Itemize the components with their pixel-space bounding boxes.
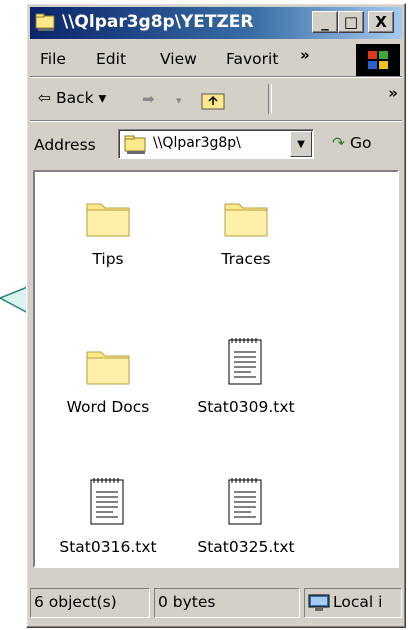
- forward-arrow-icon[interactable]: ➡: [142, 90, 155, 108]
- status-zone: Local i: [304, 588, 402, 618]
- folder-icon: [86, 203, 130, 237]
- address-bar: Address \\Qlpar3g8p\ ▼ ↷ Go: [30, 124, 402, 166]
- menu-view[interactable]: View: [160, 50, 197, 68]
- go-arrow-icon: ↷: [332, 134, 345, 152]
- address-label: Address: [34, 136, 96, 154]
- toolbar-separator: [268, 84, 272, 114]
- item-name: Tips: [92, 250, 124, 268]
- windows-logo-icon: [356, 44, 400, 76]
- toolbar: ⇦ Back ▾ ➡ ▾ »: [30, 80, 402, 121]
- menu-edit[interactable]: Edit: [96, 50, 126, 68]
- close-button[interactable]: X: [368, 11, 394, 33]
- minimize-button[interactable]: _: [312, 11, 338, 33]
- file-item[interactable]: Stat0325.txt: [181, 476, 311, 556]
- status-size: 0 bytes: [154, 588, 300, 618]
- back-dropdown-icon[interactable]: ▾: [99, 89, 107, 107]
- folder-item[interactable]: Traces: [181, 198, 311, 268]
- title-bar[interactable]: \\Qlpar3g8p\YETZER _ □ X: [30, 7, 402, 39]
- folder-icon: [86, 351, 130, 385]
- back-label: Back: [55, 89, 94, 107]
- menu-bar: File Edit View Favorit »: [30, 42, 402, 77]
- file-view[interactable]: Tips Traces Word Docs Stat0309.txt Stat0…: [33, 170, 399, 568]
- status-object-count: 6 object(s): [30, 588, 150, 618]
- explorer-window: \\Qlpar3g8p\YETZER _ □ X File Edit View …: [26, 3, 406, 628]
- text-file-icon: [228, 338, 262, 385]
- text-file-icon: [228, 478, 262, 525]
- back-arrow-icon: ⇦: [38, 89, 51, 107]
- maximize-button[interactable]: □: [338, 11, 364, 33]
- network-folder-icon: [35, 13, 55, 31]
- menu-overflow-chevron[interactable]: »: [300, 46, 310, 64]
- item-name: Traces: [221, 250, 271, 268]
- forward-dropdown-icon[interactable]: ▾: [176, 94, 182, 107]
- item-name: Stat0325.txt: [197, 538, 295, 556]
- network-folder-icon: [124, 135, 146, 154]
- text-file-icon: [90, 478, 124, 525]
- item-name: Word Docs: [66, 398, 150, 416]
- address-dropdown-icon[interactable]: ▼: [290, 131, 312, 157]
- folder-item[interactable]: Tips: [43, 198, 173, 268]
- go-label: Go: [349, 134, 372, 152]
- status-bar: 6 object(s) 0 bytes Local i: [30, 574, 402, 622]
- folder-icon: [224, 203, 268, 237]
- folder-item[interactable]: Word Docs: [43, 346, 173, 416]
- address-value: \\Qlpar3g8p\: [153, 135, 241, 151]
- go-button[interactable]: ↷ Go: [332, 134, 371, 152]
- address-input[interactable]: \\Qlpar3g8p\ ▼: [118, 129, 314, 159]
- toolbar-overflow-chevron[interactable]: »: [388, 84, 398, 102]
- window-title: \\Qlpar3g8p\YETZER: [62, 12, 254, 32]
- menu-favorites[interactable]: Favorit: [226, 50, 278, 68]
- item-name: Stat0316.txt: [59, 538, 157, 556]
- status-zone-label: Local i: [333, 593, 383, 611]
- item-name: Stat0309.txt: [197, 398, 295, 416]
- up-folder-icon[interactable]: [200, 89, 226, 111]
- menu-file[interactable]: File: [40, 50, 66, 68]
- back-button[interactable]: ⇦ Back ▾: [38, 89, 106, 107]
- file-item[interactable]: Stat0316.txt: [43, 476, 173, 556]
- local-intranet-icon: [308, 594, 330, 611]
- file-item[interactable]: Stat0309.txt: [181, 336, 311, 416]
